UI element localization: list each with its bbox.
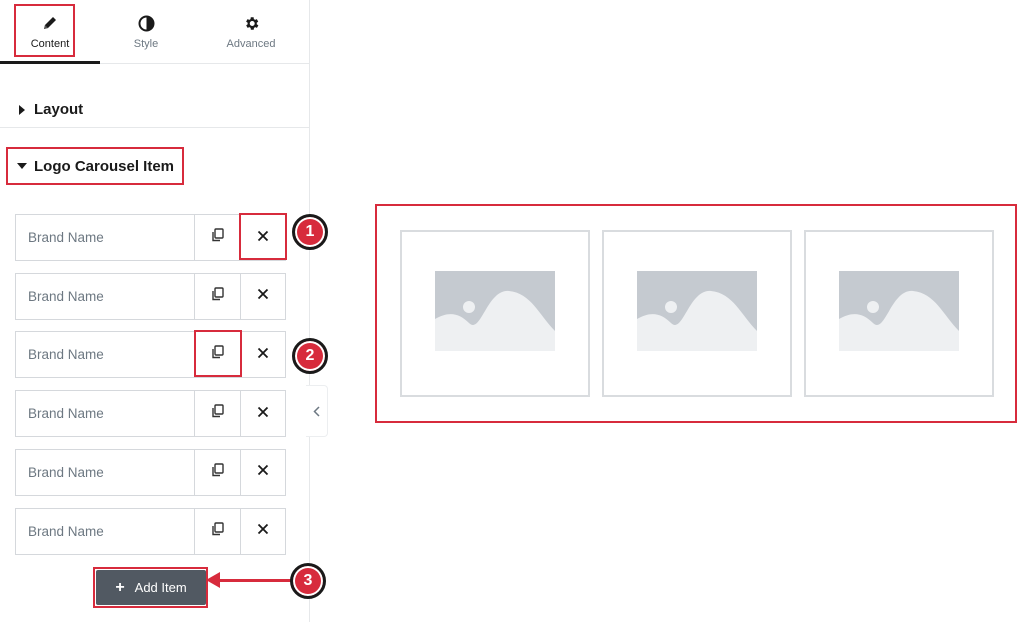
- repeater-item: Brand Name: [15, 390, 286, 438]
- repeater-item: Brand Name: [15, 331, 286, 379]
- image-placeholder-icon: [839, 271, 959, 356]
- duplicate-button[interactable]: [195, 509, 240, 554]
- repeater-item: Brand Name: [15, 214, 286, 261]
- repeater-item-title[interactable]: Brand Name: [16, 215, 196, 260]
- logo-item: [400, 230, 590, 397]
- close-icon: [257, 346, 269, 364]
- copy-icon: [211, 463, 224, 482]
- repeater-item-title[interactable]: Brand Name: [16, 391, 196, 437]
- active-tab-indicator: [0, 61, 100, 64]
- duplicate-button[interactable]: [195, 215, 240, 260]
- pencil-icon: [41, 14, 59, 32]
- repeater-item-title[interactable]: Brand Name: [16, 332, 196, 378]
- tab-advanced[interactable]: Advanced: [192, 0, 310, 64]
- section-layout-title: Layout: [34, 101, 84, 118]
- repeater-item-title[interactable]: Brand Name: [16, 273, 196, 319]
- half-circle-icon: [137, 14, 155, 32]
- image-placeholder-icon: [637, 271, 757, 356]
- repeater-item-title[interactable]: Brand Name: [16, 508, 196, 554]
- duplicate-button[interactable]: [195, 391, 240, 436]
- close-icon: [257, 463, 269, 481]
- caret-right-icon: [16, 104, 28, 116]
- remove-button[interactable]: [240, 332, 285, 378]
- copy-icon: [211, 521, 224, 541]
- remove-button[interactable]: [240, 391, 285, 437]
- duplicate-button[interactable]: [195, 450, 240, 495]
- callout-badge-3: 3: [290, 563, 326, 599]
- callout-number: 2: [305, 347, 315, 364]
- copy-icon: [211, 345, 224, 364]
- tab-content[interactable]: Content: [0, 0, 100, 64]
- close-icon: [257, 522, 269, 540]
- callout-badge-1: 1: [292, 214, 328, 250]
- tab-style[interactable]: Style: [100, 0, 192, 64]
- repeater-item-title[interactable]: Brand Name: [16, 449, 196, 495]
- plus-icon: +: [115, 578, 125, 596]
- gear-icon: [242, 14, 260, 32]
- copy-icon: [211, 404, 224, 423]
- copy-icon: [211, 286, 224, 306]
- caret-down-icon: [16, 160, 28, 172]
- add-item-label: Add Item: [134, 580, 187, 595]
- callout-number: 3: [303, 572, 313, 589]
- callout-arrow-line: [216, 579, 294, 582]
- logo-item: [602, 230, 792, 397]
- remove-button[interactable]: [240, 273, 285, 319]
- panel-tabs: Content Style Advanced: [0, 0, 310, 64]
- copy-icon: [211, 228, 224, 247]
- section-logo-carousel-item[interactable]: Logo Carousel Item: [0, 148, 310, 184]
- section-layout[interactable]: Layout: [0, 92, 310, 128]
- repeater-item: Brand Name: [15, 507, 286, 555]
- tab-style-label: Style: [133, 38, 159, 50]
- callout-arrow-head: [206, 572, 220, 588]
- close-icon: [257, 287, 269, 305]
- repeater-item: Brand Name: [15, 448, 286, 496]
- tab-content-label: Content: [30, 38, 70, 50]
- section-logo-carousel-title: Logo Carousel Item: [34, 157, 175, 175]
- remove-button[interactable]: [240, 215, 285, 260]
- image-placeholder-icon: [435, 271, 555, 356]
- callout-badge-2: 2: [292, 338, 328, 374]
- tab-advanced-label: Advanced: [226, 38, 276, 50]
- callout-number: 1: [305, 223, 315, 240]
- logo-item: [804, 230, 994, 397]
- collapse-panel-toggle[interactable]: [306, 385, 328, 437]
- chevron-left-icon: [313, 405, 320, 417]
- editor-panel: Content Style Advanced Layout Logo Carou…: [0, 0, 310, 622]
- add-item-button[interactable]: + Add Item: [96, 570, 206, 605]
- remove-button[interactable]: [240, 508, 285, 554]
- close-icon: [257, 405, 269, 423]
- repeater-item: Brand Name: [15, 272, 286, 320]
- remove-button[interactable]: [240, 449, 285, 495]
- duplicate-button[interactable]: [195, 274, 240, 319]
- close-icon: [257, 229, 269, 247]
- duplicate-button[interactable]: [195, 332, 240, 377]
